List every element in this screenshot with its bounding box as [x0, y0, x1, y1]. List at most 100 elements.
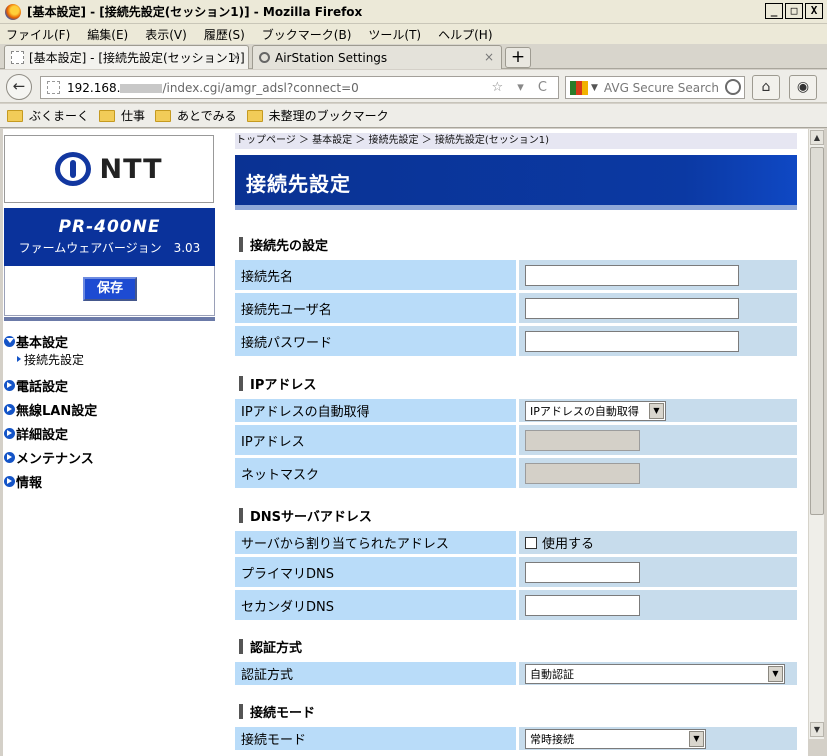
url-bar[interactable]: 192.168. /index.cgi/amgr_adsl?connect=0 ☆…: [40, 76, 559, 99]
collapsed-bullet-icon: [4, 379, 15, 391]
section-connection: 接続先の設定 接続先名 接続先ユーザ名 接続パスワード: [235, 234, 797, 356]
sidebar-item-wireless-lan[interactable]: 無線LAN設定: [4, 397, 214, 421]
menu-history[interactable]: 履歴(S): [204, 26, 245, 43]
chevron-down-icon[interactable]: ▼: [689, 730, 704, 747]
model-info: PR-400NE ファームウェアバージョン 3.03: [4, 208, 215, 266]
expanded-bullet-icon: [4, 335, 15, 347]
collapsed-bullet-icon: [4, 451, 15, 463]
checkbox-label: 使用する: [542, 537, 595, 552]
auth-method-select[interactable]: 自動認証 ▼: [525, 663, 785, 684]
bookmark-folder[interactable]: あとでみる: [155, 107, 237, 124]
sidebar-item-information[interactable]: 情報: [4, 469, 214, 493]
field-label: IPアドレスの自動取得: [235, 399, 516, 422]
select-value: IPアドレスの自動取得: [530, 404, 639, 418]
form-row: セカンダリDNS: [235, 590, 797, 620]
bookmark-folder[interactable]: 未整理のブックマーク: [246, 107, 389, 124]
search-input[interactable]: AVG Secure Search: [604, 81, 719, 95]
section-marker: [239, 236, 243, 252]
connection-name-input[interactable]: [525, 264, 739, 286]
menu-view[interactable]: 表示(V): [145, 26, 187, 43]
primary-dns-input[interactable]: [525, 561, 640, 583]
tab-close-icon[interactable]: ×: [484, 50, 494, 64]
sidebar-item-label: メンテナンス: [16, 451, 94, 467]
page-content: NTT PR-400NE ファームウェアバージョン 3.03 保存 基本設定 接…: [3, 129, 808, 756]
chevron-down-icon[interactable]: ▼: [649, 402, 664, 419]
bookmark-label: あとでみる: [177, 109, 237, 123]
tab-close-icon[interactable]: ×: [231, 50, 241, 64]
logo-text: NTT: [99, 153, 163, 185]
sidebar-menu: 基本設定 接続先設定 電話設定 無線LAN設定 詳細設定 メンテナンス 情報: [4, 329, 214, 493]
new-tab-button[interactable]: +: [505, 47, 531, 68]
use-assigned-dns-checkbox[interactable]: [525, 536, 537, 549]
bookmark-folder[interactable]: ぶくまーく: [7, 107, 89, 124]
field-label: 接続モード: [235, 727, 516, 750]
section-title-text: IPアドレス: [250, 377, 317, 393]
tab-settings-page[interactable]: [基本設定] - [接続先設定(セッション1)] ×: [4, 45, 249, 69]
form-row: IPアドレス: [235, 425, 797, 455]
sidebar-subitem-connection[interactable]: 接続先設定: [4, 349, 214, 369]
field-label: セカンダリDNS: [235, 590, 516, 620]
field-value: 使用する: [519, 531, 797, 554]
menu-tools[interactable]: ツール(T): [368, 26, 421, 43]
menu-help[interactable]: ヘルプ(H): [438, 26, 492, 43]
maximize-button[interactable]: □: [785, 3, 803, 19]
window-controls: _ □ X: [765, 3, 823, 19]
magnifier-icon[interactable]: [725, 79, 741, 95]
minimize-button[interactable]: _: [765, 3, 783, 19]
tab-airstation[interactable]: AirStation Settings ×: [252, 45, 502, 69]
search-bar[interactable]: ▼ AVG Secure Search: [565, 76, 745, 99]
sidebar-item-advanced[interactable]: 詳細設定: [4, 421, 214, 445]
section-marker: [239, 638, 243, 654]
home-button[interactable]: ⌂: [752, 75, 780, 100]
sidebar-item-label: 詳細設定: [16, 427, 69, 443]
url-bar-icons[interactable]: ☆ ▾ C: [491, 80, 552, 95]
select-value: 自動認証: [530, 667, 574, 681]
secondary-dns-input[interactable]: [525, 594, 640, 616]
scroll-down-icon[interactable]: ▼: [810, 722, 824, 737]
menu-file[interactable]: ファイル(F): [6, 26, 70, 43]
netmask-input: [525, 462, 640, 484]
section-title: IPアドレス: [235, 373, 797, 393]
sidebar-item-phone-settings[interactable]: 電話設定: [4, 373, 214, 397]
tab-bar: [基本設定] - [接続先設定(セッション1)] × AirStation Se…: [0, 44, 827, 69]
chevron-down-icon[interactable]: ▼: [768, 665, 783, 682]
bookmarks-bar: ぶくまーく 仕事 あとでみる 未整理のブックマーク: [0, 104, 827, 128]
sidebar-item-label: 情報: [16, 475, 43, 491]
form-row: 接続先ユーザ名: [235, 293, 797, 323]
close-button[interactable]: X: [805, 3, 823, 19]
section-title: 接続先の設定: [235, 234, 797, 254]
url-host: 192.168.: [67, 80, 121, 95]
section-title: 接続モード: [235, 701, 797, 721]
field-label: IPアドレス: [235, 425, 516, 455]
menu-bookmarks[interactable]: ブックマーク(B): [262, 26, 352, 43]
firefox-icon: [5, 3, 21, 20]
sidebar-item-label: 無線LAN設定: [16, 403, 98, 419]
sidebar: NTT PR-400NE ファームウェアバージョン 3.03 保存 基本設定 接…: [3, 129, 215, 756]
page-scrollbar[interactable]: ▲ ▼: [808, 129, 824, 739]
connection-mode-select[interactable]: 常時接続 ▼: [525, 728, 706, 749]
site-identity-icon[interactable]: [47, 81, 60, 94]
ip-mode-select[interactable]: IPアドレスの自動取得 ▼: [525, 400, 666, 421]
ip-address-input: [525, 429, 640, 451]
bookmark-label: 仕事: [121, 109, 146, 123]
save-button[interactable]: 保存: [83, 277, 137, 301]
field-label: プライマリDNS: [235, 557, 516, 587]
scroll-up-icon[interactable]: ▲: [810, 130, 824, 145]
eye-icon[interactable]: ◉: [789, 75, 817, 100]
scrollbar-thumb[interactable]: [810, 147, 824, 515]
field-value: [519, 425, 797, 455]
chevron-down-icon[interactable]: ▼: [591, 83, 598, 93]
sidebar-item-label: 基本設定: [16, 335, 69, 351]
bookmark-folder[interactable]: 仕事: [99, 107, 145, 124]
field-value: 常時接続 ▼: [519, 727, 797, 750]
menu-edit[interactable]: 編集(E): [87, 26, 128, 43]
window-title: [基本設定] - [接続先設定(セッション1)] - Mozilla Firef…: [27, 5, 363, 19]
search-icon: [259, 52, 270, 63]
field-value: [519, 260, 797, 290]
form-row: 接続パスワード: [235, 326, 797, 356]
page-title: 接続先設定: [246, 172, 351, 196]
sidebar-item-maintenance[interactable]: メンテナンス: [4, 445, 214, 469]
username-input[interactable]: [525, 297, 739, 319]
back-button[interactable]: ←: [6, 74, 32, 100]
password-input[interactable]: [525, 330, 739, 352]
